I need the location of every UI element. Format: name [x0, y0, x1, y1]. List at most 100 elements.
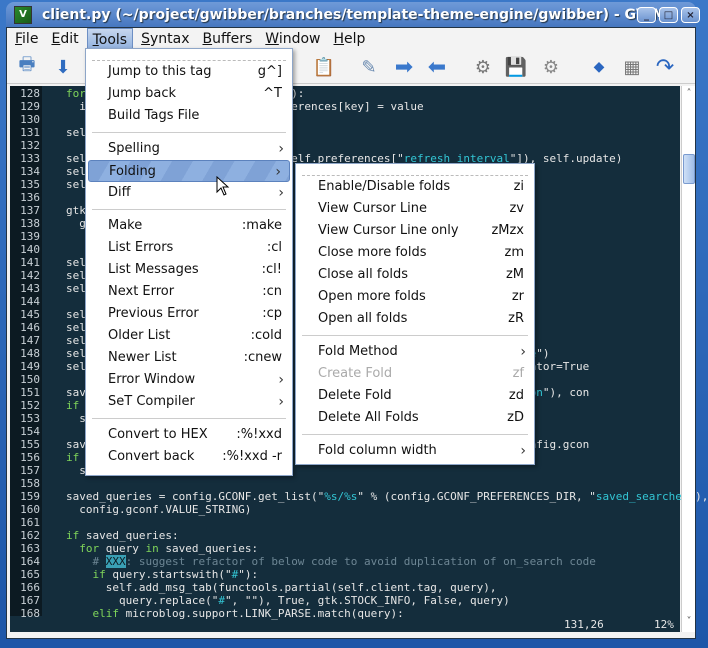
- folding-item-delete-all-folds[interactable]: Delete All Folds zD: [296, 407, 534, 429]
- tools-item-set-compiler[interactable]: SeT Compiler ›: [86, 391, 292, 413]
- menu-edit[interactable]: Edit: [46, 28, 83, 50]
- title-bar[interactable]: V client.py (~/project/gwibber/branches/…: [6, 2, 700, 27]
- folding-item-view-cursor-line-only[interactable]: View Cursor Line only zMzx: [296, 220, 534, 242]
- tools-item-list-messages[interactable]: List Messages :cl!: [86, 259, 292, 281]
- menu-item-label: Diff: [108, 185, 131, 200]
- folding-item-enable-disable-folds[interactable]: Enable/Disable folds zi: [296, 176, 534, 198]
- code-token: " % (config.GCONF_PREFERENCES_DIR, ": [357, 490, 596, 503]
- line-number: 145: [20, 308, 40, 321]
- run-script-icon[interactable]: ⚙: [539, 55, 563, 79]
- menu-mnemonic: E: [51, 31, 61, 47]
- menu-mnemonic: H: [333, 31, 345, 47]
- menu-buffers[interactable]: Buffers: [198, 28, 258, 50]
- code-token: if: [66, 399, 80, 412]
- maximize-icon[interactable]: □: [659, 7, 678, 23]
- menu-item-label: Delete All Folds: [318, 410, 419, 425]
- tools-item-previous-error[interactable]: Previous Error:cp: [86, 303, 292, 325]
- code-token: "), con: [542, 386, 590, 399]
- table-icon[interactable]: ▦: [620, 55, 644, 79]
- tools-item-make[interactable]: Make:make: [86, 215, 292, 237]
- tools-item-convert-back[interactable]: Convert back:%!xxd -r: [86, 446, 292, 468]
- save-session-icon[interactable]: 💾: [504, 55, 528, 79]
- code-token: saved_searches: [595, 490, 689, 503]
- line-number: 129: [20, 100, 40, 113]
- find-replace-icon[interactable]: ✎: [357, 55, 381, 79]
- menu-item-label: Create Fold: [318, 366, 393, 381]
- code-line: # XXX: suggest refactor of below code to…: [66, 555, 596, 568]
- status-line: 131,26 12%: [10, 618, 680, 632]
- tools-item-older-list[interactable]: Older List:cold: [86, 325, 292, 347]
- menu-item-label: List Messages: [108, 262, 199, 277]
- load-session-icon[interactable]: ⚙: [471, 55, 495, 79]
- tools-item-next-error[interactable]: Next Error:cn: [86, 281, 292, 303]
- tools-item-convert-to-hex[interactable]: Convert to HEX:%!xxd: [86, 424, 292, 446]
- folding-item-open-all-folds[interactable]: Open all folds zR: [296, 308, 534, 330]
- tools-item-build-tags-file[interactable]: Build Tags File: [86, 105, 292, 127]
- line-number: 152: [20, 399, 40, 412]
- menu-item-shortcut: :cp: [262, 306, 282, 321]
- tear-off-line[interactable]: [92, 53, 286, 61]
- code-token: saved_queries = config.GCONF.get_list(": [66, 490, 325, 503]
- tools-item-list-errors[interactable]: List Errors:cl: [86, 237, 292, 259]
- line-number: 162: [20, 529, 40, 542]
- line-number: 136: [20, 191, 40, 204]
- code-line: if query.startswith("#"):: [66, 568, 258, 581]
- folding-item-close-all-folds[interactable]: Close all folds zM: [296, 264, 534, 286]
- tools-item-folding[interactable]: Folding ›: [88, 160, 290, 182]
- vertical-scrollbar[interactable]: ˄ ˅: [681, 86, 695, 632]
- tools-item-error-window[interactable]: Error Window ›: [86, 369, 292, 391]
- tear-off-line[interactable]: [302, 168, 528, 176]
- menu-item-shortcut: :cnew: [243, 350, 282, 365]
- menu-item-label: SeT Compiler: [108, 394, 195, 409]
- line-number: 144: [20, 295, 40, 308]
- minimize-icon[interactable]: _: [637, 7, 656, 23]
- tools-item-newer-list[interactable]: Newer List:cnew: [86, 347, 292, 369]
- scroll-percent: 12%: [654, 618, 674, 631]
- menu-bar: File Edit Tools Syntax Buffers Window Help: [7, 28, 695, 50]
- menu-item-shortcut: :cl!: [261, 262, 282, 277]
- tools-item-jump-to-this-tag[interactable]: Jump to this tag g^]: [86, 61, 292, 83]
- folding-submenu: Enable/Disable folds zi View Cursor Line zv…: [295, 163, 535, 465]
- scrollbar-thumb[interactable]: [683, 154, 695, 184]
- menu-help[interactable]: Help: [329, 28, 371, 50]
- menu-file[interactable]: File: [10, 28, 43, 50]
- folding-item-fold-column-width[interactable]: Fold column width ›: [296, 440, 534, 462]
- menu-item-label: View Cursor Line only: [318, 223, 459, 238]
- forward-icon[interactable]: ➡: [392, 55, 416, 80]
- tools-item-jump-back[interactable]: Jump back ^T: [86, 83, 292, 105]
- menu-syntax[interactable]: Syntax: [136, 28, 194, 50]
- menu-item-shortcut: :cn: [262, 284, 282, 299]
- code-token: s: [66, 464, 86, 477]
- menu-separator: [302, 335, 528, 336]
- folding-item-open-more-folds[interactable]: Open more folds zr: [296, 286, 534, 308]
- scroll-down-icon[interactable]: ˅: [682, 616, 696, 630]
- folding-item-view-cursor-line[interactable]: View Cursor Line zv: [296, 198, 534, 220]
- print-icon[interactable]: 🖶: [15, 54, 39, 79]
- redo-icon[interactable]: ↷: [653, 55, 677, 80]
- scroll-up-icon[interactable]: ˄: [682, 88, 696, 102]
- make-icon[interactable]: ◆: [587, 55, 611, 79]
- folding-item-close-more-folds[interactable]: Close more folds zm: [296, 242, 534, 264]
- save-icon[interactable]: ⬇: [51, 55, 75, 79]
- menu-label: yntax: [149, 31, 190, 47]
- folding-item-delete-fold[interactable]: Delete Fold zd: [296, 385, 534, 407]
- menu-item-shortcut: ^T: [263, 86, 282, 101]
- folding-item-fold-method[interactable]: Fold Method ›: [296, 341, 534, 363]
- menu-item-label: Older List: [108, 328, 171, 343]
- menu-item-label: Delete Fold: [318, 388, 392, 403]
- line-number: 131: [20, 126, 40, 139]
- tools-item-spelling[interactable]: Spelling ›: [86, 138, 292, 160]
- tools-item-diff[interactable]: Diff ›: [86, 182, 292, 204]
- code-token: #: [218, 594, 225, 607]
- menu-window[interactable]: Window: [260, 28, 325, 50]
- code-line: if saved_queries:: [66, 529, 179, 542]
- code-token: sel: [66, 308, 86, 321]
- menu-tools[interactable]: Tools: [86, 28, 134, 50]
- close-icon[interactable]: ×: [681, 7, 700, 23]
- menu-item-shortcut: :%!xxd: [236, 427, 282, 442]
- paste-icon[interactable]: 📋: [312, 55, 336, 79]
- code-token: s: [66, 412, 86, 425]
- menu-item-shortcut: zf: [512, 366, 524, 381]
- back-icon[interactable]: ⬅: [425, 55, 449, 80]
- code-token: in: [145, 542, 159, 555]
